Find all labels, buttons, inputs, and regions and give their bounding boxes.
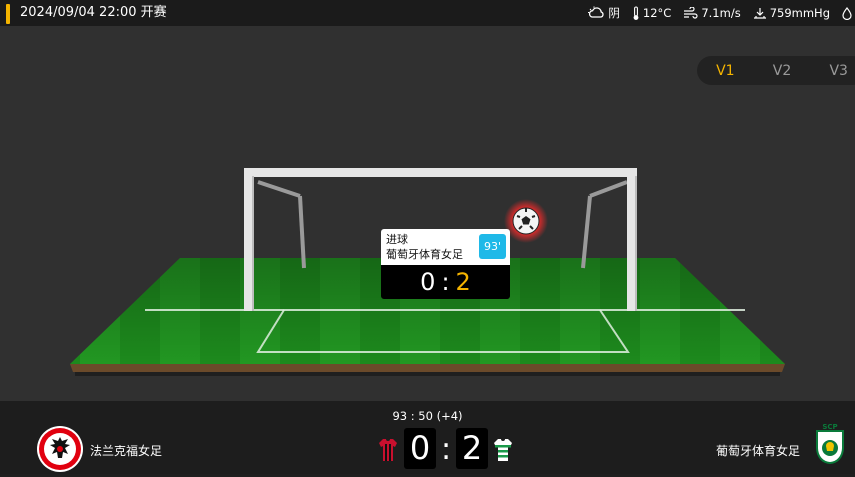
weather-info: 阴 12°C 7.1m/s 759mmHg <box>575 4 855 22</box>
temperature-value: 12°C <box>642 6 672 20</box>
cloudy-weather-icon <box>588 6 605 18</box>
score-separator: : <box>441 268 450 296</box>
pressure-icon <box>753 8 766 19</box>
weather-condition: 阴 <box>587 5 620 21</box>
air-pressure-value: 759mmHg <box>769 6 830 20</box>
view-tab-v1[interactable]: V1 <box>697 63 754 79</box>
lion-crest-icon: SCP <box>812 422 848 476</box>
event-away-score: 2 <box>455 268 471 296</box>
away-kit-icon <box>494 439 512 461</box>
weather-condition-value: 阴 <box>608 6 620 20</box>
air-pressure: 759mmHg <box>753 6 830 20</box>
thermometer-icon <box>633 5 639 20</box>
humidity <box>842 6 855 20</box>
home-score: 0 <box>404 428 436 469</box>
event-info: 进球 葡萄牙体育女足 93' <box>381 229 510 265</box>
eagle-crest-icon <box>36 425 84 477</box>
view-tab-v3[interactable]: V3 <box>810 63 855 79</box>
event-type: 进球 <box>386 233 408 246</box>
svg-text:SCP: SCP <box>822 423 837 431</box>
home-kit-icon <box>379 439 397 461</box>
match-clock: 93 : 50 (+4) <box>392 409 463 423</box>
pitch-view: V1 V2 V3 进球 葡萄牙体育女足 93' 0:2 <box>0 26 855 401</box>
event-minute-badge: 93' <box>479 234 506 259</box>
temperature: 12°C <box>632 5 672 21</box>
turf-edge <box>70 364 785 372</box>
football-icon <box>504 199 548 243</box>
view-switcher: V1 V2 V3 <box>697 56 855 85</box>
wind-speed: 7.1m/s <box>683 6 741 20</box>
scoreboard: 93 : 50 (+4) 法兰克福女足 0 : 2 葡萄牙体育女足 SCP <box>0 401 855 474</box>
event-home-score: 0 <box>420 268 436 296</box>
view-tab-v2[interactable]: V2 <box>754 63 811 79</box>
away-score: 2 <box>456 428 488 469</box>
top-bar: 2024/09/04 22:00 开赛 阴 12°C 7.1m/s 759mmH… <box>0 0 855 26</box>
humidity-drop-icon <box>842 6 852 20</box>
accent-bar <box>6 4 10 24</box>
event-score: 0:2 <box>381 265 510 299</box>
score-colon: : <box>441 432 452 467</box>
wind-speed-value: 7.1m/s <box>701 6 741 20</box>
away-team-name: 葡萄牙体育女足 <box>715 444 800 458</box>
goal-event-popup: 进球 葡萄牙体育女足 93' 0:2 <box>381 229 510 299</box>
wind-icon <box>684 7 698 19</box>
event-team: 葡萄牙体育女足 <box>386 248 463 261</box>
match-time: 2024/09/04 22:00 开赛 <box>20 5 167 20</box>
home-team-name: 法兰克福女足 <box>90 444 163 458</box>
